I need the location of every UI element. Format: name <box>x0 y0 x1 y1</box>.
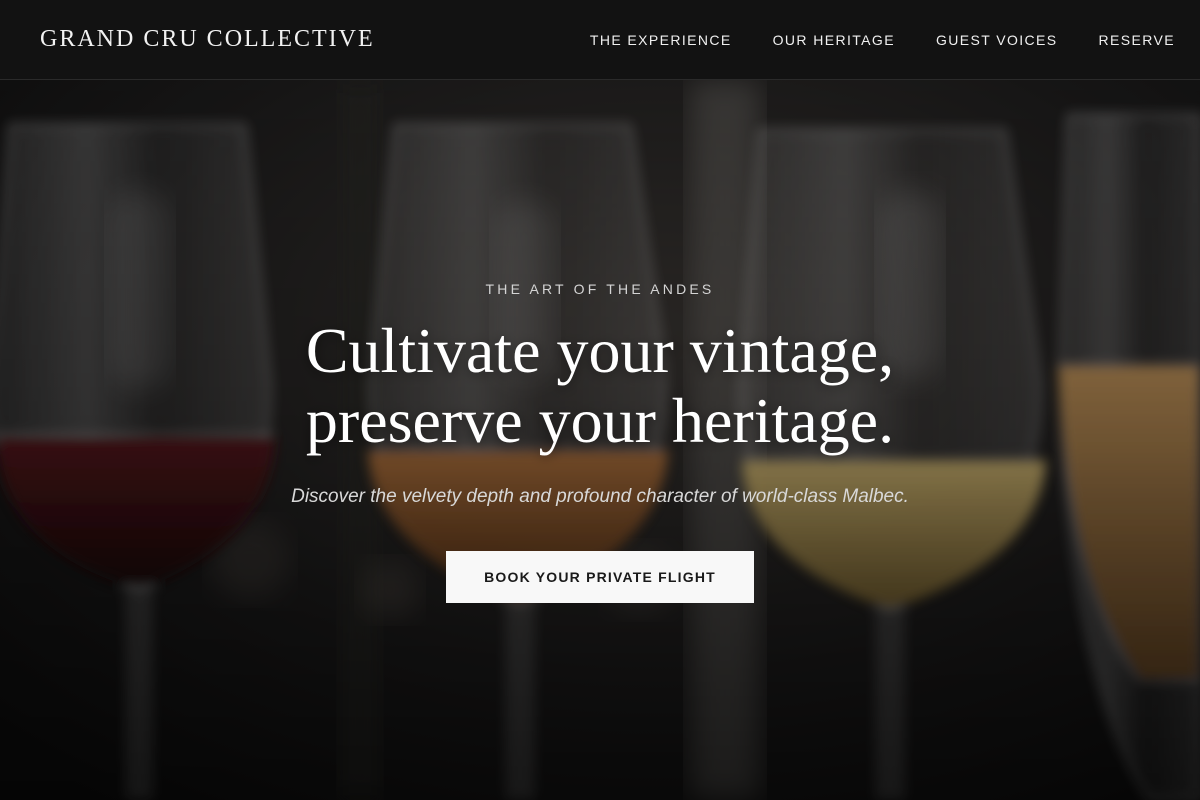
hero-eyebrow: THE ART OF THE ANDES <box>485 281 715 297</box>
hero-headline-line-1: Cultivate your vintage, <box>305 315 895 386</box>
hero-content: THE ART OF THE ANDES Cultivate your vint… <box>0 80 1200 800</box>
hero-headline-line-2: preserve your heritage. <box>305 385 895 456</box>
brand-logo[interactable]: GRAND CRU COLLECTIVE <box>40 26 375 53</box>
hero-headline: Cultivate your vintage, preserve your he… <box>0 316 1200 456</box>
nav-link-experience[interactable]: THE EXPERIENCE <box>590 32 732 48</box>
nav-link-reserve[interactable]: RESERVE <box>1099 32 1175 48</box>
nav-link-heritage[interactable]: OUR HERITAGE <box>773 32 895 48</box>
book-private-flight-button[interactable]: BOOK YOUR PRIVATE FLIGHT <box>446 551 754 603</box>
main-nav: THE EXPERIENCE OUR HERITAGE GUEST VOICES… <box>549 32 1175 48</box>
nav-link-guest-voices[interactable]: GUEST VOICES <box>936 32 1058 48</box>
site-header: GRAND CRU COLLECTIVE THE EXPERIENCE OUR … <box>0 0 1200 80</box>
hero-section: THE ART OF THE ANDES Cultivate your vint… <box>0 80 1200 800</box>
hero-subheadline: Discover the velvety depth and profound … <box>291 486 909 507</box>
